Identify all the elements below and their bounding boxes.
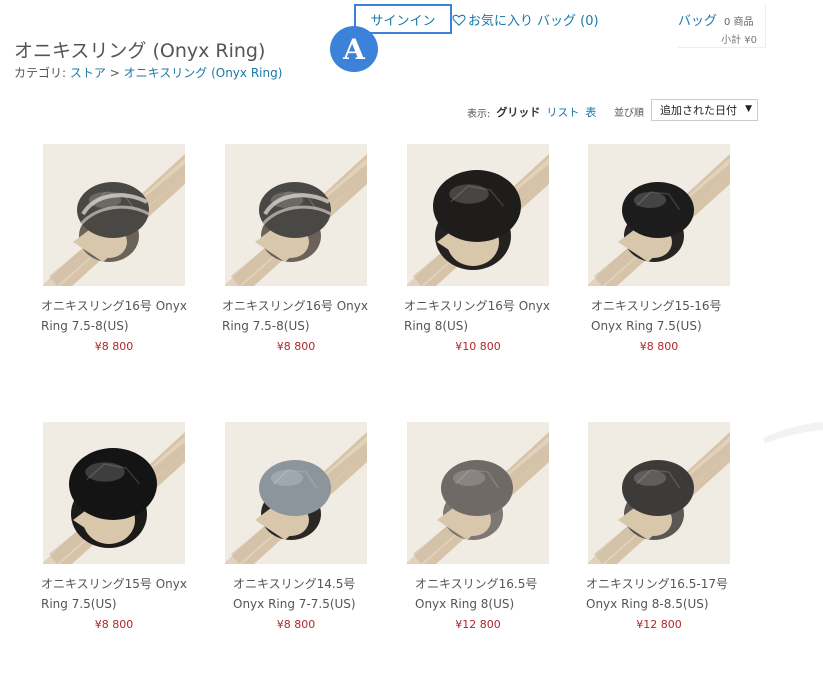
breadcrumb-prefix: カテゴリ: bbox=[14, 66, 67, 80]
cart-bag-link[interactable]: バッグ bbox=[678, 10, 717, 29]
product-price: ¥10 800 bbox=[455, 340, 501, 353]
product-name-link[interactable]: オニキスリング14.5号 Onyx Ring 7-7.5(US) bbox=[233, 574, 385, 614]
product-image[interactable] bbox=[225, 422, 367, 564]
product-image[interactable] bbox=[407, 144, 549, 286]
view-list-option[interactable]: リスト bbox=[546, 104, 579, 120]
signin-link[interactable]: サインイン bbox=[354, 4, 452, 34]
product-price: ¥8 800 bbox=[276, 618, 316, 631]
decorative-swoosh bbox=[763, 422, 823, 444]
product-price: ¥12 800 bbox=[636, 618, 682, 631]
ring-photo-icon bbox=[43, 144, 185, 286]
product-name-link[interactable]: オニキスリング15-16号 Onyx Ring 7.5(US) bbox=[591, 296, 741, 336]
product-name-link[interactable]: オニキスリング16号 Onyx Ring 8(US) bbox=[404, 296, 556, 336]
product-price: ¥8 800 bbox=[94, 340, 134, 353]
ring-photo-icon bbox=[588, 144, 730, 286]
favorites-label: お気に入り bbox=[468, 14, 534, 29]
ring-photo-icon bbox=[225, 144, 367, 286]
product-image[interactable] bbox=[588, 422, 730, 564]
view-table-option[interactable]: 表 bbox=[585, 104, 596, 120]
ring-photo-icon bbox=[407, 422, 549, 564]
product-image[interactable] bbox=[588, 144, 730, 286]
ring-photo-icon bbox=[407, 144, 549, 286]
product-image[interactable] bbox=[225, 144, 367, 286]
sort-selected-value: 追加された日付 bbox=[660, 104, 737, 117]
product-name-link[interactable]: オニキスリング16.5-17号 Onyx Ring 8-8.5(US) bbox=[586, 574, 736, 614]
page-title: オニキスリング (Onyx Ring) bbox=[14, 40, 266, 62]
view-grid-option[interactable]: グリッド bbox=[496, 104, 540, 120]
ring-photo-icon bbox=[43, 422, 185, 564]
cart-item-count: 0 商品 bbox=[724, 17, 754, 28]
product-price: ¥8 800 bbox=[639, 340, 679, 353]
annotation-badge: A bbox=[330, 26, 378, 72]
mini-cart: バッグ 0 商品 小計 ¥0 bbox=[678, 4, 766, 48]
product-image[interactable] bbox=[43, 144, 185, 286]
view-mode-controls: 表示: グリッド リスト 表 bbox=[467, 104, 596, 120]
breadcrumb-current-link[interactable]: オニキスリング (Onyx Ring) bbox=[124, 66, 283, 80]
sort-label: 並び順 bbox=[614, 108, 644, 119]
product-price: ¥8 800 bbox=[276, 340, 316, 353]
bag-link[interactable]: バッグ (0) bbox=[537, 10, 599, 29]
ring-photo-icon bbox=[588, 422, 730, 564]
product-name-link[interactable]: オニキスリング15号 Onyx Ring 7.5(US) bbox=[41, 574, 193, 614]
favorites-link[interactable]: お気に入り bbox=[452, 10, 533, 29]
heart-icon bbox=[452, 14, 466, 26]
product-image[interactable] bbox=[407, 422, 549, 564]
caret-down-icon: ▼ bbox=[745, 104, 752, 114]
ring-photo-icon bbox=[225, 422, 367, 564]
product-price: ¥8 800 bbox=[94, 618, 134, 631]
sort-select[interactable]: 追加された日付 ▼ bbox=[651, 99, 758, 121]
breadcrumb-store-link[interactable]: ストア bbox=[70, 66, 106, 80]
product-name-link[interactable]: オニキスリング16.5号 Onyx Ring 8(US) bbox=[415, 574, 567, 614]
product-price: ¥12 800 bbox=[455, 618, 501, 631]
breadcrumb: カテゴリ: ストア > オニキスリング (Onyx Ring) bbox=[14, 64, 282, 81]
product-image[interactable] bbox=[43, 422, 185, 564]
product-name-link[interactable]: オニキスリング16号 Onyx Ring 7.5-8(US) bbox=[41, 296, 193, 336]
product-name-link[interactable]: オニキスリング16号 Onyx Ring 7.5-8(US) bbox=[222, 296, 374, 336]
breadcrumb-separator: > bbox=[109, 66, 120, 80]
view-mode-label: 表示: bbox=[467, 108, 491, 120]
cart-subtotal: 小計 ¥0 bbox=[721, 35, 757, 46]
